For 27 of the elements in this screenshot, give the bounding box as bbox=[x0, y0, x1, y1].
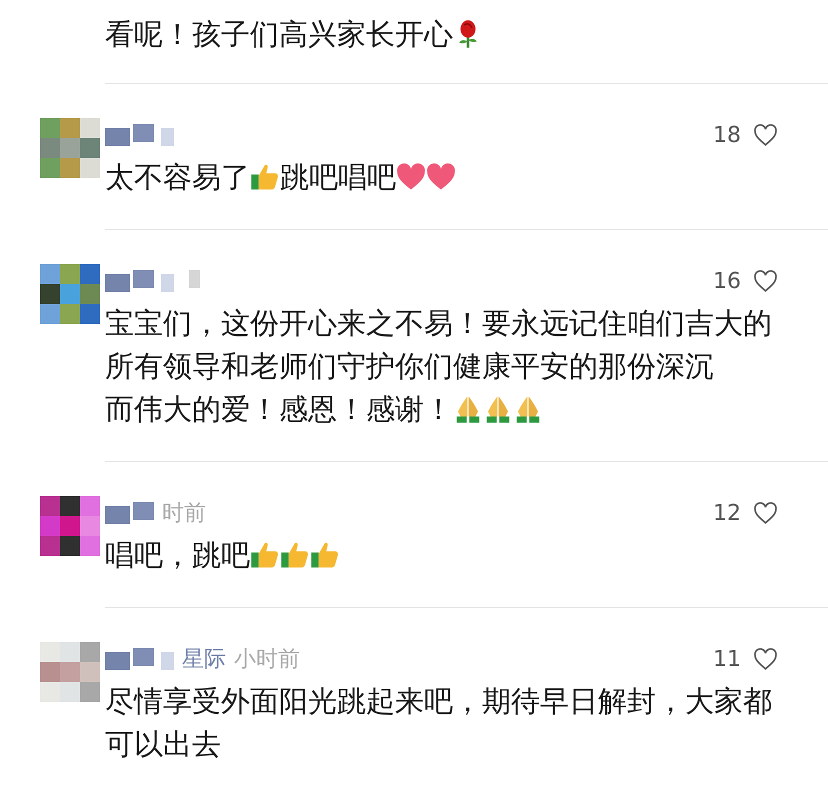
like-count: 12 bbox=[713, 500, 741, 526]
comment-text: 宝宝们，这份开心来之不易！要永远记住咱们吉大的所有领导和老师们守护你们健康平安的那份深沉 bbox=[105, 306, 772, 383]
heart-icon[interactable] bbox=[753, 270, 778, 292]
name-mosaic-drawing bbox=[105, 502, 154, 524]
thumbs-up-icon bbox=[280, 540, 310, 570]
like-count: 18 bbox=[713, 122, 741, 148]
thumbs-up-icon bbox=[310, 540, 340, 570]
like-count: 16 bbox=[713, 268, 741, 294]
name-mosaic-drawing bbox=[105, 648, 174, 670]
heart-icon[interactable] bbox=[753, 648, 778, 670]
post-time: 时前 bbox=[162, 500, 206, 528]
name-mosaic-drawing bbox=[105, 124, 174, 146]
post-time: 小时前 bbox=[234, 646, 300, 674]
heart-icon bbox=[396, 162, 426, 192]
user-name[interactable]: 星际 bbox=[182, 644, 226, 674]
comment-text: 太不容易了 bbox=[105, 160, 250, 194]
heart-icon[interactable] bbox=[753, 502, 778, 524]
comment-text: 唱吧，跳吧 bbox=[105, 538, 250, 572]
thumbs-up-icon bbox=[250, 162, 280, 192]
comment-text: 尽情享受外面阳光跳起来吧，期待早日解封，大家都可以出去 bbox=[105, 684, 772, 761]
comment-text: 看呢！孩子们高兴家长开心 bbox=[105, 17, 453, 51]
heart-icon bbox=[426, 162, 456, 192]
thumbs-up-icon bbox=[250, 540, 280, 570]
comment-text: 而伟大的爱！感恩！感谢！ bbox=[105, 392, 453, 426]
like-count: 11 bbox=[713, 646, 741, 672]
comment-text: 跳吧唱吧 bbox=[280, 160, 396, 194]
heart-icon[interactable] bbox=[753, 124, 778, 146]
